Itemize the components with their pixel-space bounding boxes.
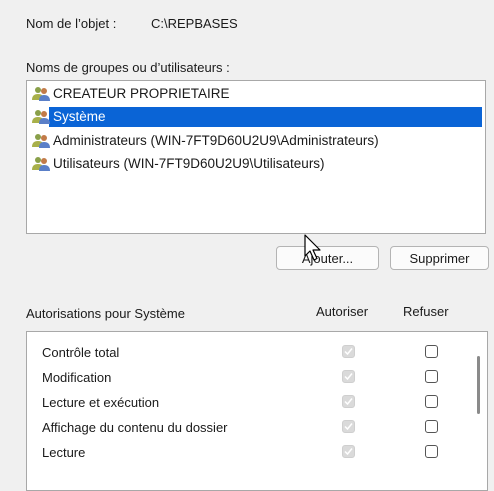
allow-checkbox-modification <box>342 370 355 383</box>
list-item-label: Utilisateurs (WIN-7FT9D60U2U9\Utilisateu… <box>53 156 325 171</box>
deny-checkbox-lecture-execution[interactable] <box>425 395 438 408</box>
permission-row: Lecture et exécution <box>42 392 159 412</box>
permission-row: Lecture <box>42 442 85 462</box>
groups-list[interactable]: CREATEUR PROPRIETAIRE Système Administra… <box>26 80 486 234</box>
users-icon <box>32 86 50 101</box>
users-icon <box>32 156 50 171</box>
permission-name: Lecture <box>42 444 86 460</box>
list-item-utilisateurs[interactable]: Utilisateurs (WIN-7FT9D60U2U9\Utilisateu… <box>31 154 325 173</box>
list-item-createur-proprietaire[interactable]: CREATEUR PROPRIETAIRE <box>31 84 230 103</box>
permission-row: Affichage du contenu du dossier <box>42 417 228 437</box>
permission-name: Contrôle total <box>42 344 120 360</box>
permission-name: Lecture et exécution <box>42 394 160 410</box>
deny-column-header: Refuser <box>403 304 449 319</box>
deny-checkbox-lecture[interactable] <box>425 445 438 458</box>
permission-row: Contrôle total <box>42 342 119 362</box>
permission-row: Modification <box>42 367 111 387</box>
deny-checkbox-modification[interactable] <box>425 370 438 383</box>
list-item-label: Administrateurs (WIN-7FT9D60U2U9\Adminis… <box>53 133 379 148</box>
users-icon <box>32 133 50 148</box>
allow-checkbox-affichage-contenu <box>342 420 355 433</box>
list-item-administrateurs[interactable]: Administrateurs (WIN-7FT9D60U2U9\Adminis… <box>31 131 379 150</box>
list-item-label: Système <box>52 109 109 124</box>
add-button[interactable]: Ajouter... <box>276 246 379 270</box>
permission-name: Affichage du contenu du dossier <box>42 419 228 435</box>
allow-column-header: Autoriser <box>316 304 369 319</box>
remove-button[interactable]: Supprimer <box>390 246 489 270</box>
permissions-label: Autorisations pour Système <box>26 306 185 321</box>
allow-checkbox-lecture <box>342 445 355 458</box>
users-icon <box>32 109 50 124</box>
object-name-value: C:\REPBASES <box>151 16 238 31</box>
object-name-label: Nom de l’objet : <box>26 16 117 31</box>
permissions-list: Contrôle total Modification Lecture et e… <box>26 331 488 491</box>
list-item-systeme[interactable]: Système <box>31 107 109 126</box>
groups-label: Noms de groupes ou d’utilisateurs : <box>26 60 230 75</box>
selection-highlight <box>49 107 482 127</box>
list-item-label: CREATEUR PROPRIETAIRE <box>53 86 230 101</box>
allow-checkbox-lecture-execution <box>342 395 355 408</box>
deny-checkbox-controle-total[interactable] <box>425 345 438 358</box>
deny-checkbox-affichage-contenu[interactable] <box>425 420 438 433</box>
permission-name: Modification <box>42 369 112 385</box>
mouse-pointer-icon <box>304 234 321 261</box>
permissions-scrollbar[interactable] <box>477 356 480 414</box>
allow-checkbox-controle-total <box>342 345 355 358</box>
